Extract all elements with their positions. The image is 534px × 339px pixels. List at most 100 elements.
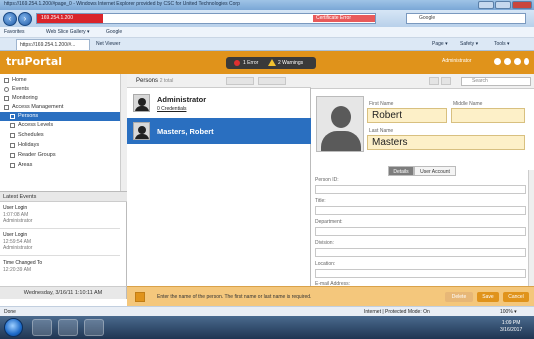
delete-person-button[interactable] [258, 77, 286, 85]
sidebar-item-home[interactable]: Home [0, 76, 120, 85]
page-menu[interactable]: Page ▾ [432, 41, 448, 47]
action-bar: Enter the name of the person. The first … [127, 286, 534, 306]
current-datetime: Wednesday, 3/16/11 1:10:11 AM [0, 286, 127, 299]
last-name-field[interactable]: Masters [367, 135, 525, 150]
address-text: 169.254.1.200 [41, 15, 73, 21]
event-item[interactable]: User Login 12:59:54 AM Administrator [3, 232, 32, 252]
event-item[interactable]: User Login 1:07:08 AM Administrator [3, 205, 32, 225]
error-count: 1 Error [243, 60, 259, 66]
person-id-label: Person ID: [315, 177, 339, 183]
prev-button[interactable] [429, 77, 439, 85]
forward-icon[interactable]: › [18, 12, 32, 26]
next-button[interactable] [441, 77, 451, 85]
area-icon [10, 163, 15, 168]
sidebar-item-access-levels[interactable]: Access Levels [0, 121, 120, 130]
event-item[interactable]: Time Changed To 12:20:39 AM [3, 260, 42, 273]
user-icon[interactable] [494, 58, 501, 65]
sidebar-item-persons[interactable]: Persons [0, 112, 120, 121]
window-titlebar: https://169.254.1.200/#page_0 - Windows … [0, 0, 534, 10]
browser-search-input[interactable]: Google [406, 13, 526, 24]
save-button[interactable]: Save [477, 292, 499, 302]
person-detail-panel: Search First Name Robert Middle Name Las… [311, 74, 534, 287]
certificate-error-badge[interactable]: Certificate Error [313, 15, 375, 22]
security-zone[interactable]: Internet | Protected Mode: On [364, 309, 430, 315]
add-person-button[interactable] [226, 77, 254, 85]
latest-events-title: Latest Events [0, 192, 127, 202]
error-icon [234, 60, 240, 66]
first-name-label: First Name [369, 101, 394, 107]
warning-count: 2 Warnings [278, 60, 304, 66]
credentials-link[interactable]: 0 Credentials [157, 106, 186, 112]
events-icon [4, 87, 9, 92]
divider [0, 255, 120, 256]
sidebar-item-areas[interactable]: Areas [0, 161, 120, 170]
current-user[interactable]: Administrator [442, 58, 471, 64]
tab-user-account[interactable]: User Account [414, 166, 456, 176]
tab-details[interactable]: Details [388, 166, 414, 176]
favorites-button[interactable]: Favorites [4, 29, 25, 35]
division-field[interactable] [315, 248, 526, 257]
list-item-selected[interactable]: Masters, Robert [127, 118, 311, 144]
minimize-button[interactable] [478, 1, 494, 9]
info-icon[interactable] [514, 58, 521, 65]
middle-name-field[interactable] [451, 108, 525, 123]
fav-link-google[interactable]: Google [106, 29, 122, 35]
start-button[interactable] [4, 318, 23, 337]
avatar [133, 122, 150, 140]
settings-icon[interactable] [504, 58, 511, 65]
app-logo: truPortal [6, 55, 63, 68]
help-icon[interactable] [524, 58, 529, 65]
person-search-input[interactable]: Search [461, 77, 531, 86]
divider [0, 228, 120, 229]
sidebar-item-monitoring[interactable]: Monitoring [0, 94, 120, 103]
hint-message: Enter the name of the person. The first … [157, 294, 312, 300]
browser-tab-2[interactable]: Net Viewer [96, 41, 120, 47]
monitor-icon [4, 96, 9, 101]
lock-icon [4, 105, 9, 110]
address-bar[interactable]: 169.254.1.200 Certificate Error [36, 13, 376, 24]
favorites-bar: Favorites Web Slice Gallery ▾ Google [0, 27, 534, 38]
person-photo[interactable] [316, 96, 364, 152]
location-field[interactable] [315, 269, 526, 278]
calendar-icon [10, 133, 15, 138]
delete-button[interactable]: Delete [445, 292, 473, 302]
close-button[interactable] [512, 1, 532, 9]
app-taskbar-icon[interactable] [84, 319, 104, 336]
reader-icon [10, 153, 15, 158]
explorer-taskbar-icon[interactable] [58, 319, 78, 336]
fav-link-web-slice[interactable]: Web Slice Gallery ▾ [46, 29, 90, 35]
sidebar-scrollbar[interactable] [120, 74, 127, 191]
access-levels-icon [10, 123, 15, 128]
sidebar-item-reader-groups[interactable]: Reader Groups [0, 151, 120, 160]
detail-scrollbar[interactable] [528, 170, 534, 286]
maximize-button[interactable] [495, 1, 511, 9]
title-label: Title: [315, 198, 326, 204]
avatar [133, 94, 150, 112]
zoom-level[interactable]: 100% ▾ [500, 309, 517, 315]
safety-menu[interactable]: Safety ▾ [460, 41, 478, 47]
alerts-pill[interactable]: 1 Error 2 Warnings [226, 57, 316, 69]
list-item[interactable]: Administrator 0 Credentials [127, 90, 311, 116]
sidebar-item-holidays[interactable]: Holidays [0, 141, 120, 150]
title-field[interactable] [315, 206, 526, 215]
taskbar: 1:09 PM 3/16/2017 [0, 316, 534, 339]
department-field[interactable] [315, 227, 526, 236]
warning-icon [268, 59, 276, 66]
cancel-button[interactable]: Cancel [503, 292, 529, 302]
app-header: truPortal 1 Error 2 Warnings Administrat… [0, 51, 534, 74]
browser-tab[interactable]: https://169.254.1.200/#... [16, 39, 90, 50]
sidebar-item-events[interactable]: Events [0, 85, 120, 94]
tools-menu[interactable]: Tools ▾ [494, 41, 510, 47]
system-clock[interactable]: 1:09 PM 3/16/2017 [500, 320, 522, 334]
detail-header: Search [311, 74, 534, 89]
status-text: Done [4, 309, 16, 315]
sidebar-item-access-management[interactable]: Access Management [0, 103, 120, 112]
first-name-field[interactable]: Robert [367, 108, 447, 123]
sidebar: Home Events Monitoring Access Management… [0, 74, 127, 191]
back-icon[interactable]: ‹ [3, 12, 17, 26]
address-row: ‹ › 169.254.1.200 Certificate Error Goog… [0, 10, 534, 27]
person-id-field[interactable] [315, 185, 526, 194]
ie-taskbar-icon[interactable] [32, 319, 52, 336]
window-title: https://169.254.1.200/#page_0 - Windows … [4, 1, 240, 7]
sidebar-item-schedules[interactable]: Schedules [0, 131, 120, 140]
